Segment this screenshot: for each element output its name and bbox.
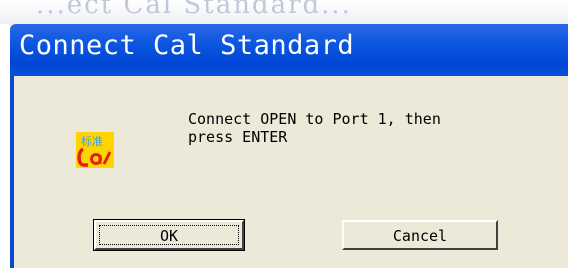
- dialog-titlebar[interactable]: Connect Cal Standard: [10, 24, 568, 76]
- cancel-button[interactable]: Cancel: [342, 220, 498, 250]
- ok-button-label: OK: [159, 227, 179, 245]
- dialog-message: Connect OPEN to Port 1, then press ENTER: [188, 110, 548, 146]
- cal-standard-icon-graphic: 标准: [76, 132, 114, 168]
- svg-text:标准: 标准: [81, 134, 103, 148]
- background-window-title: ...ect Cal Standard...: [36, 0, 352, 20]
- dialog-title: Connect Cal Standard: [19, 30, 355, 61]
- cancel-button-label: Cancel: [392, 227, 448, 245]
- ok-button[interactable]: OK: [93, 219, 245, 251]
- background-window-strip: ...ect Cal Standard...: [0, 0, 568, 24]
- connect-cal-standard-dialog: Connect Cal Standard 标准 Connect OPEN to …: [10, 24, 568, 268]
- cal-standard-icon: 标准: [76, 132, 114, 168]
- message-line-2: press ENTER: [188, 128, 288, 146]
- dialog-left-border: [10, 76, 14, 268]
- message-line-1: Connect OPEN to Port 1, then: [188, 110, 441, 128]
